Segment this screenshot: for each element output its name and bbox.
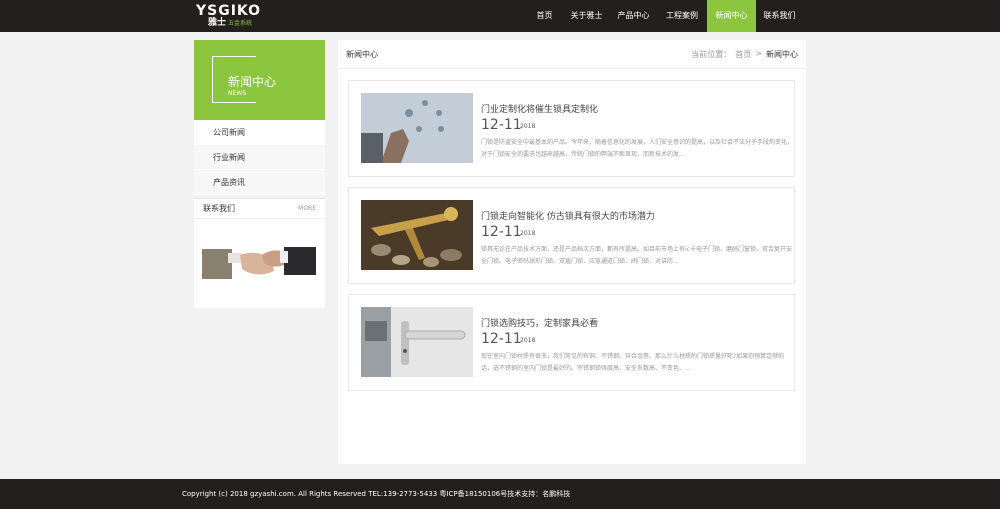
site-header: YSGIKO 雅士 五金系统 首页 关于雅士 产品中心 工程案例 新闻中心 联系… bbox=[0, 0, 1000, 32]
contact-title: 联系我们 bbox=[203, 204, 235, 213]
article-thumbnail bbox=[361, 200, 473, 270]
sidebar-item-company-news[interactable]: 公司新闻 bbox=[194, 120, 325, 145]
nav-cases[interactable]: 工程案例 bbox=[657, 0, 707, 32]
article-title[interactable]: 门锁选购技巧，定制家具必看 bbox=[481, 316, 598, 329]
article-year: 2018 bbox=[520, 230, 536, 237]
breadcrumb-home[interactable]: 首页 bbox=[735, 49, 751, 60]
logo-subtitle: 雅士 五金系统 bbox=[208, 19, 252, 28]
handshake-image bbox=[202, 247, 316, 279]
article-year: 2018 bbox=[520, 123, 536, 130]
breadcrumb-prefix: 当前位置： bbox=[691, 49, 732, 59]
contact-header: 联系我们 MORE bbox=[194, 199, 325, 219]
article-summary: 门锁是防盗安全中最基本的产品。今年来，随着信息化的发展，人们安全意识的提高，以及… bbox=[481, 139, 793, 158]
sidebar-title: 新闻中心 bbox=[228, 75, 277, 89]
main-header: 新闻中心 当前位置： 首页 > 新闻中心 bbox=[338, 40, 806, 69]
logo-cn-sub: 五金系统 bbox=[227, 20, 252, 27]
nav-products[interactable]: 产品中心 bbox=[610, 0, 657, 32]
site-footer: Copyright (c) 2018 gzyashi.com. All Righ… bbox=[0, 479, 1000, 509]
contact-box: 联系我们 MORE bbox=[194, 198, 325, 308]
nav-about[interactable]: 关于雅士 bbox=[563, 0, 610, 32]
news-card[interactable]: 门锁走向智能化 仿古锁具有很大的市场潜力 12-11 2018 锁具无论在产品技… bbox=[348, 187, 795, 284]
article-day: 12-11 bbox=[481, 224, 522, 240]
article-summary: 锁具无论在产品技术方面，还是产品档次方面，都有所提高。如目前市场上有ic卡电子门… bbox=[481, 246, 792, 265]
breadcrumb: 当前位置： 首页 > 新闻中心 bbox=[691, 49, 798, 60]
breadcrumb-separator: > bbox=[755, 48, 762, 58]
footer-copyright: Copyright (c) 2018 gzyashi.com. All Righ… bbox=[182, 490, 571, 498]
article-thumbnail bbox=[361, 93, 473, 163]
news-card[interactable]: 门业定制化将催生锁具定制化 12-11 2018 门锁是防盗安全中最基本的产品。… bbox=[348, 80, 795, 177]
logo-cn: 雅士 bbox=[208, 18, 227, 28]
sidebar-menu: 公司新闻 行业新闻 产品资讯 bbox=[194, 120, 325, 195]
sidebar-subtitle: NEWS bbox=[228, 90, 247, 97]
nav-home[interactable]: 首页 bbox=[526, 0, 563, 32]
breadcrumb-current: 新闻中心 bbox=[766, 49, 798, 59]
site-logo[interactable]: YSGIKO 雅士 五金系统 bbox=[196, 3, 276, 29]
nav-news[interactable]: 新闻中心 bbox=[707, 0, 756, 32]
article-day: 12-11 bbox=[481, 117, 522, 133]
article-year: 2018 bbox=[520, 337, 536, 344]
main-content: 新闻中心 当前位置： 首页 > 新闻中心 门业定制化将催生锁具定制化 12-11… bbox=[338, 40, 806, 464]
article-thumbnail bbox=[361, 307, 473, 377]
sidebar-item-industry-news[interactable]: 行业新闻 bbox=[194, 145, 325, 170]
sidebar-heading: 新闻中心 NEWS bbox=[194, 40, 325, 120]
logo-wordmark: YSGIKO bbox=[196, 3, 262, 19]
contact-more-link[interactable]: MORE bbox=[298, 199, 316, 218]
article-title[interactable]: 门业定制化将催生锁具定制化 bbox=[481, 102, 598, 115]
page-title: 新闻中心 bbox=[346, 49, 378, 59]
main-nav: 首页 关于雅士 产品中心 工程案例 新闻中心 联系我们 bbox=[526, 0, 803, 32]
sidebar-item-product-info[interactable]: 产品资讯 bbox=[194, 170, 325, 195]
article-title[interactable]: 门锁走向智能化 仿古锁具有很大的市场潜力 bbox=[481, 209, 655, 222]
news-card[interactable]: 门锁选购技巧，定制家具必看 12-11 2018 现在室内门锁材质有很多，我们常… bbox=[348, 294, 795, 391]
article-summary: 现在室内门锁材质有很多，我们常见的有铜、不锈钢、锌合金等。那么什么材质的门锁质量… bbox=[481, 353, 785, 372]
nav-contact[interactable]: 联系我们 bbox=[756, 0, 803, 32]
article-day: 12-11 bbox=[481, 331, 522, 347]
